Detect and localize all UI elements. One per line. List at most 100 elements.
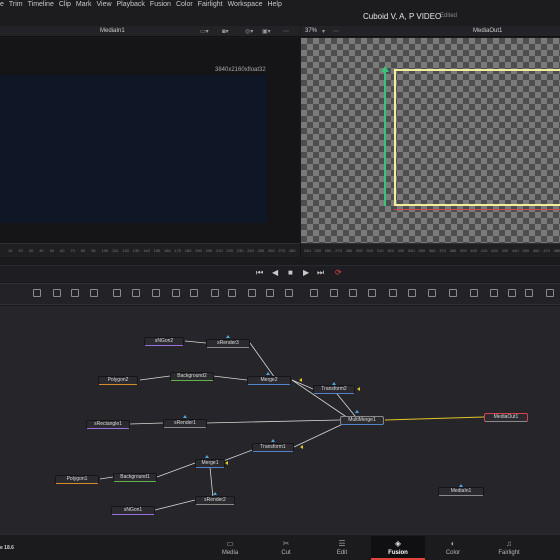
tool-button[interactable] xyxy=(546,289,554,297)
node-type-bar xyxy=(439,495,483,496)
tab-cut[interactable]: Cut xyxy=(261,550,311,556)
tab-media[interactable]: Media xyxy=(205,550,255,556)
lut-icon[interactable]: ▣▾ xyxy=(262,28,271,35)
tool-button[interactable] xyxy=(349,289,357,297)
menu-fairlight[interactable]: Fairlight xyxy=(198,0,223,9)
tool-button[interactable] xyxy=(71,289,79,297)
more-icon[interactable]: ⋯ xyxy=(283,28,289,35)
tool-button[interactable] xyxy=(113,289,121,297)
tool-button[interactable] xyxy=(449,289,457,297)
tool-button[interactable] xyxy=(470,289,478,297)
tool-button[interactable] xyxy=(90,289,98,297)
node-label: MediaIn1 xyxy=(450,488,472,494)
node-label: Merge1 xyxy=(201,460,219,466)
stop-button[interactable]: ■ xyxy=(288,268,293,277)
y-axis-handle[interactable] xyxy=(384,70,386,206)
menu-app[interactable]: e xyxy=(0,0,4,9)
menu-trim[interactable]: Trim xyxy=(9,0,23,9)
play-button[interactable]: ▶ xyxy=(303,268,309,277)
play-reverse-button[interactable]: ◀ xyxy=(272,268,278,277)
menu-mark[interactable]: Mark xyxy=(76,0,92,9)
tool-button[interactable] xyxy=(266,289,274,297)
tool-button[interactable] xyxy=(408,289,416,297)
fairlight-page-icon[interactable]: ♫ xyxy=(484,539,534,548)
layout-icon[interactable]: ▭▾ xyxy=(200,28,209,35)
tool-button[interactable] xyxy=(152,289,160,297)
tool-button[interactable] xyxy=(428,289,436,297)
tool-button[interactable] xyxy=(525,289,533,297)
tool-button[interactable] xyxy=(248,289,256,297)
time-ruler[interactable]: 10 20 30 40 50 60 70 80 90 100 110 120 130 140 150 160 1… xyxy=(0,243,560,257)
media-page-icon[interactable]: ▭ xyxy=(205,539,255,548)
ruler-tick-label: 360 xyxy=(428,248,436,253)
tool-button[interactable] xyxy=(172,289,180,297)
color-page-icon[interactable]: ◐ xyxy=(428,539,478,548)
node-label: Polygon1 xyxy=(66,476,88,482)
tab-fairlight[interactable]: Fairlight xyxy=(484,550,534,556)
node-mediaout1[interactable]: MediaOut1 xyxy=(484,413,528,422)
tool-button[interactable] xyxy=(211,289,219,297)
node-multimerge1[interactable]: MultiMerge1 xyxy=(340,416,384,425)
zoom-level[interactable]: 37% xyxy=(305,28,317,34)
node-polygon2[interactable]: Polygon2 xyxy=(98,376,138,385)
tool-button[interactable] xyxy=(330,289,338,297)
node-transform1[interactable]: Transform1 xyxy=(252,443,294,452)
tool-button[interactable] xyxy=(310,289,318,297)
node-sngon2[interactable]: sNGon2 xyxy=(144,337,184,346)
ruler-tick-label: 110 xyxy=(112,248,119,253)
tool-button[interactable] xyxy=(368,289,376,297)
node-type-bar xyxy=(99,384,137,385)
tool-button[interactable] xyxy=(285,289,293,297)
cut-page-icon[interactable]: ✂ xyxy=(261,539,311,548)
fit-icon[interactable]: ⋯ xyxy=(333,28,339,35)
tool-button[interactable] xyxy=(53,289,61,297)
ruler-tick-label: 240 xyxy=(304,248,311,253)
menu-playback[interactable]: Playback xyxy=(117,0,145,9)
node-srender2[interactable]: sRender2 xyxy=(195,496,235,505)
menu-help[interactable]: Help xyxy=(267,0,281,9)
loop-button[interactable]: ⟳ xyxy=(335,268,342,277)
tool-button[interactable] xyxy=(132,289,140,297)
node-merge1[interactable]: Merge1 xyxy=(195,459,225,468)
arrow-up-icon[interactable] xyxy=(381,66,389,72)
node-srectangle1[interactable]: sRectangle1 xyxy=(86,420,130,429)
menu-view[interactable]: View xyxy=(96,0,111,9)
node-merge2[interactable]: Merge2 xyxy=(247,376,291,385)
node-background2[interactable]: Background2 xyxy=(170,372,214,381)
tool-button[interactable] xyxy=(228,289,236,297)
last-frame-button[interactable]: ⏭ xyxy=(317,268,324,278)
fusion-page-icon[interactable]: ◈ xyxy=(373,539,423,548)
tab-color[interactable]: Color xyxy=(428,550,478,556)
ruler-tick-label: 460 xyxy=(532,248,540,253)
ruler-tick-label: 260 xyxy=(324,248,332,253)
node-type-bar xyxy=(112,514,154,515)
selection-rectangle[interactable] xyxy=(394,69,560,206)
tab-edit[interactable]: Edit xyxy=(317,550,367,556)
tab-fusion[interactable]: Fusion xyxy=(373,550,423,556)
edit-page-icon[interactable]: ☰ xyxy=(317,539,367,548)
lock-icon[interactable]: ◙▾ xyxy=(222,28,229,35)
tool-button[interactable] xyxy=(508,289,516,297)
node-srender1[interactable]: sRender1 xyxy=(163,419,207,428)
node-transform2[interactable]: Transform2 xyxy=(313,385,355,394)
node-mediain1[interactable]: MediaIn1 xyxy=(438,487,484,496)
node-srender3[interactable]: sRender3 xyxy=(206,339,250,348)
zoom-dropdown-icon[interactable]: ▾ xyxy=(322,28,325,35)
node-type-bar xyxy=(207,347,249,348)
node-sngon1[interactable]: sNGon1 xyxy=(111,506,155,515)
menu-color[interactable]: Color xyxy=(176,0,193,9)
ruler-tick-label: 330 xyxy=(397,248,405,253)
tool-button[interactable] xyxy=(33,289,41,297)
menu-workspace[interactable]: Workspace xyxy=(228,0,263,9)
channel-icon[interactable]: ◎▾ xyxy=(245,28,253,35)
node-background1[interactable]: Background1 xyxy=(113,473,157,482)
tool-button[interactable] xyxy=(490,289,498,297)
node-editor[interactable] xyxy=(0,306,560,534)
node-polygon1[interactable]: Polygon1 xyxy=(55,475,99,484)
tool-button[interactable] xyxy=(389,289,397,297)
tool-button[interactable] xyxy=(190,289,198,297)
menu-timeline[interactable]: Timeline xyxy=(28,0,54,9)
first-frame-button[interactable]: ⏮ xyxy=(256,268,263,278)
menu-clip[interactable]: Clip xyxy=(59,0,71,9)
menu-fusion[interactable]: Fusion xyxy=(150,0,171,9)
